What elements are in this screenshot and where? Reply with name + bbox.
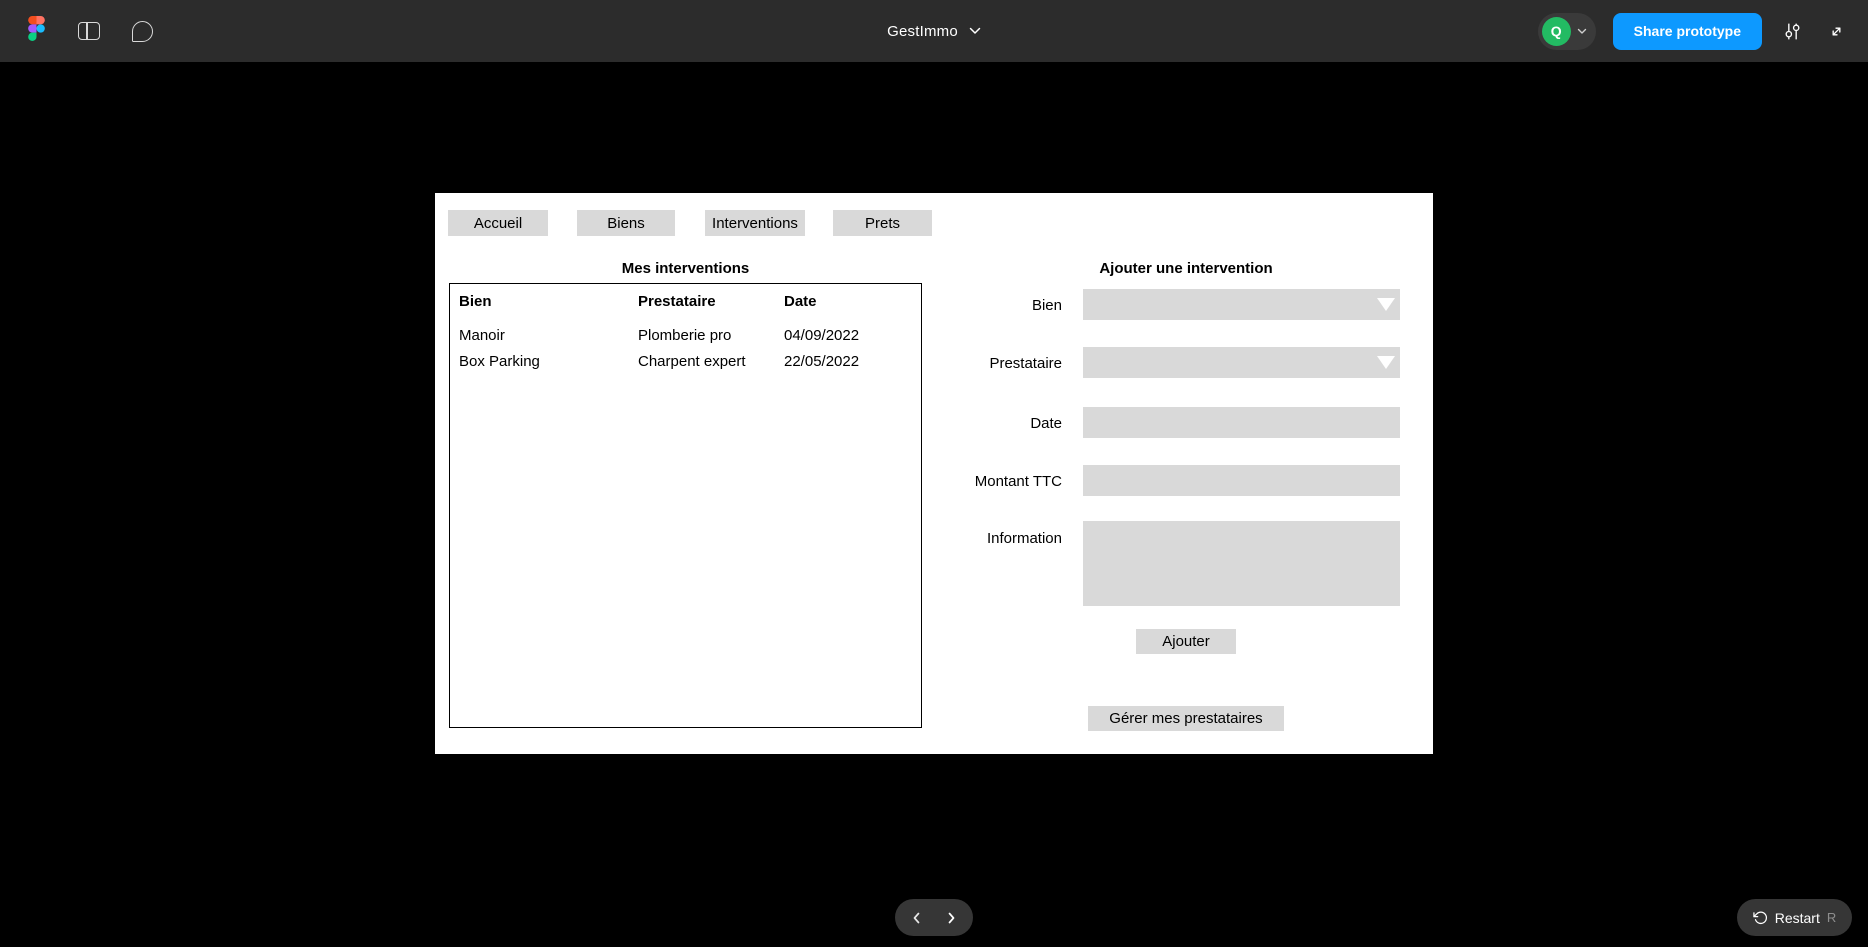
tab-interventions[interactable]: Interventions [705, 210, 805, 236]
prestataire-label: Prestataire [835, 355, 1062, 372]
title-chevron-down-icon[interactable] [969, 27, 981, 35]
column-header-bien: Bien [459, 293, 638, 310]
comments-button[interactable] [120, 9, 164, 53]
column-header-prestataire: Prestataire [638, 293, 784, 310]
next-frame-button[interactable] [939, 906, 963, 930]
toolbar-right-group: Q Share prototype [1538, 0, 1868, 62]
cell-bien: Manoir [459, 327, 638, 344]
figma-logo-icon [28, 16, 45, 46]
date-label: Date [835, 415, 1062, 432]
chevron-right-icon [944, 911, 958, 925]
page-navigation [895, 899, 973, 936]
avatar: Q [1542, 17, 1571, 46]
account-menu[interactable]: Q [1538, 13, 1596, 50]
sidebar-panel-icon [78, 22, 100, 40]
share-prototype-button[interactable]: Share prototype [1613, 13, 1762, 50]
dropdown-caret-icon [1377, 356, 1395, 369]
prototype-title[interactable]: GestImmo [887, 23, 958, 40]
figma-toolbar: GestImmo Q Share prototype [0, 0, 1868, 62]
previous-frame-button[interactable] [905, 906, 929, 930]
ajouter-button[interactable]: Ajouter [1136, 629, 1236, 654]
toggle-sidebar-button[interactable] [67, 9, 111, 53]
account-chevron-down-icon [1577, 28, 1587, 35]
comment-bubble-icon [132, 21, 153, 42]
interventions-table: Bien Prestataire Date Manoir Plomberie p… [449, 283, 922, 728]
montant-ttc-input[interactable] [1083, 465, 1400, 496]
prototype-settings-button[interactable] [1770, 9, 1814, 53]
tab-biens[interactable]: Biens [577, 210, 675, 236]
cell-prestataire: Charpent expert [638, 353, 784, 370]
cell-bien: Box Parking [459, 353, 638, 370]
montant-ttc-label: Montant TTC [835, 473, 1062, 490]
sliders-icon [1782, 21, 1803, 42]
cell-prestataire: Plomberie pro [638, 327, 784, 344]
bien-label: Bien [835, 297, 1062, 314]
add-intervention-title: Ajouter une intervention [988, 260, 1384, 277]
information-label: Information [835, 530, 1062, 547]
restart-shortcut-key: R [1827, 910, 1836, 925]
tab-accueil[interactable]: Accueil [448, 210, 548, 236]
cell-date: 04/09/2022 [784, 327, 921, 344]
gerer-prestataires-button[interactable]: Gérer mes prestataires [1088, 706, 1284, 731]
fullscreen-button[interactable] [1814, 9, 1858, 53]
dropdown-caret-icon [1377, 298, 1395, 311]
information-textarea[interactable] [1083, 521, 1400, 606]
bien-dropdown[interactable] [1083, 289, 1400, 320]
restart-undo-icon [1753, 910, 1768, 925]
interventions-list-title: Mes interventions [449, 260, 922, 277]
chevron-left-icon [910, 911, 924, 925]
figma-menu-button[interactable] [14, 9, 58, 53]
toolbar-left-group [0, 0, 164, 62]
restart-button[interactable]: Restart R [1737, 899, 1852, 936]
prototype-canvas-frame: Accueil Biens Interventions Prets Mes in… [435, 193, 1433, 754]
prestataire-dropdown[interactable] [1083, 347, 1400, 378]
restart-label: Restart [1775, 910, 1820, 926]
tab-prets[interactable]: Prets [833, 210, 932, 236]
expand-icon [1827, 22, 1846, 41]
table-row[interactable]: Manoir Plomberie pro 04/09/2022 [459, 322, 921, 348]
date-input[interactable] [1083, 407, 1400, 438]
